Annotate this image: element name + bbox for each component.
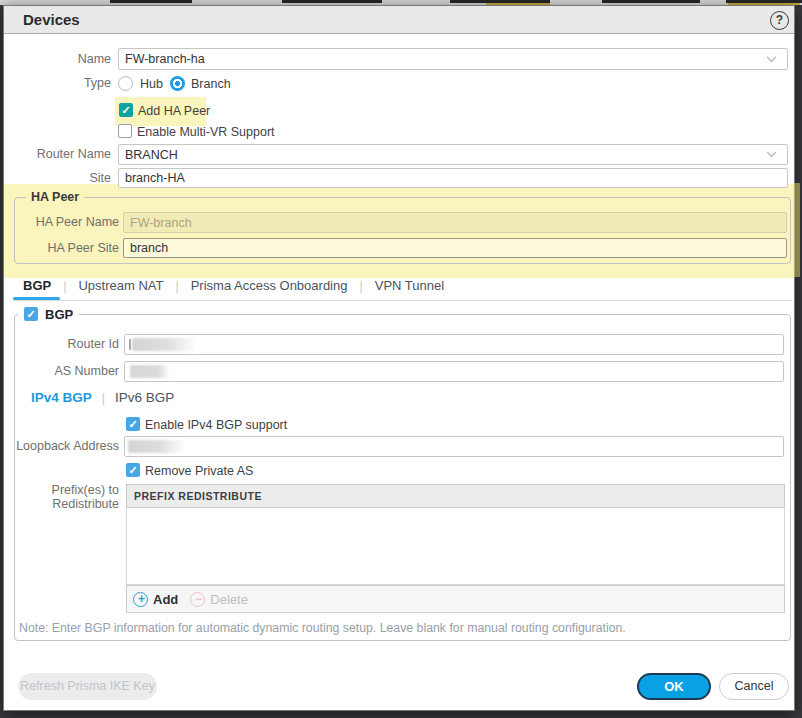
radio-branch[interactable] xyxy=(170,76,185,91)
bgp-legend: BGP xyxy=(18,306,79,322)
multi-vr-label: Enable Multi-VR Support xyxy=(137,125,275,139)
radio-hub[interactable] xyxy=(118,76,133,91)
add-icon: + xyxy=(133,592,148,607)
bgp-note: Note: Enter BGP information for automati… xyxy=(19,621,626,635)
tab-divider: | xyxy=(175,279,178,293)
bgp-legend-label: BGP xyxy=(45,307,73,322)
as-number-redaction xyxy=(130,365,168,378)
ha-peer-name-label: HA Peer Name xyxy=(4,212,119,233)
delete-icon: − xyxy=(190,592,205,607)
name-label: Name xyxy=(4,48,111,70)
dialog-title: Devices xyxy=(23,11,80,28)
loopback-input[interactable] xyxy=(124,436,784,457)
redacted-menu-item xyxy=(602,0,700,3)
add-ha-peer-label: Add HA Peer xyxy=(138,104,210,118)
devices-dialog: Devices ? Name FW-branch-ha Type Hub Bra… xyxy=(3,5,795,711)
help-icon[interactable]: ? xyxy=(770,11,789,30)
tab-prisma-access-onboarding[interactable]: Prisma Access Onboarding xyxy=(191,278,348,293)
router-id-input[interactable] xyxy=(124,334,784,355)
name-value: FW-branch-ha xyxy=(125,52,205,66)
add-ha-peer-checkbox[interactable] xyxy=(119,103,133,117)
router-name-select[interactable]: BRANCH xyxy=(118,144,788,165)
radio-hub-label: Hub xyxy=(140,77,163,91)
loopback-label: Loopback Address xyxy=(4,436,119,457)
ha-peer-legend: HA Peer xyxy=(26,190,84,204)
tab-bar: BGP | Upstream NAT | Prisma Access Onboa… xyxy=(23,278,444,293)
redacted-menu-item xyxy=(450,0,550,3)
ok-button[interactable]: OK xyxy=(637,673,711,700)
enable-ipv4-label: Enable IPv4 BGP support xyxy=(145,418,287,432)
prefix-table-footer: + Add − Delete xyxy=(126,585,785,613)
redacted-menu-item xyxy=(282,0,382,3)
type-label: Type xyxy=(4,75,111,92)
prefix-redistribute-label: Prefix(es) to Redistribute xyxy=(4,484,119,511)
tab-separator-line xyxy=(13,300,791,301)
ha-peer-site-label: HA Peer Site xyxy=(4,238,119,258)
chevron-down-icon xyxy=(766,56,777,63)
highlight-edge-fragment xyxy=(793,183,800,277)
subtab-ipv6-bgp[interactable]: IPv6 BGP xyxy=(115,390,174,405)
router-id-label: Router Id xyxy=(4,334,119,355)
as-number-input[interactable] xyxy=(124,361,784,382)
site-label: Site xyxy=(4,168,111,188)
prefix-table-header: PREFIX REDISTRIBUTE xyxy=(126,484,785,508)
dialog-titlebar: Devices ? xyxy=(4,6,794,34)
ha-peer-name-input xyxy=(123,212,787,233)
cancel-button[interactable]: Cancel xyxy=(719,673,789,700)
loopback-redaction xyxy=(128,440,186,453)
redacted-menu-item xyxy=(726,0,802,3)
as-number-label: AS Number xyxy=(4,361,119,382)
refresh-prisma-ike-key-button[interactable]: Refresh Prisma IKE Key xyxy=(18,673,157,700)
router-name-label: Router Name xyxy=(4,144,111,165)
tab-divider: | xyxy=(359,279,362,293)
bgp-checkbox[interactable] xyxy=(24,307,38,321)
tab-divider: | xyxy=(63,279,66,293)
name-select[interactable]: FW-branch-ha xyxy=(118,48,788,70)
remove-private-as-label: Remove Private AS xyxy=(145,464,253,478)
subtab-ipv4-bgp[interactable]: IPv4 BGP xyxy=(31,390,92,405)
chevron-down-icon xyxy=(766,151,777,158)
enable-ipv4-checkbox[interactable] xyxy=(126,417,140,431)
tab-bgp[interactable]: BGP xyxy=(23,278,51,293)
delete-button[interactable]: − Delete xyxy=(190,592,248,607)
ha-peer-site-input[interactable] xyxy=(123,238,787,258)
site-input[interactable] xyxy=(118,168,788,188)
tab-upstream-nat[interactable]: Upstream NAT xyxy=(78,278,163,293)
subtab-divider: | xyxy=(102,391,105,405)
bgp-subtab-bar: IPv4 BGP | IPv6 BGP xyxy=(31,390,174,405)
remove-private-as-checkbox[interactable] xyxy=(126,463,140,477)
redacted-menu-item xyxy=(110,0,192,3)
router-name-value: BRANCH xyxy=(125,148,178,162)
radio-branch-label: Branch xyxy=(191,77,231,91)
prefix-table-body xyxy=(126,508,785,585)
multi-vr-checkbox[interactable] xyxy=(118,124,132,138)
router-id-redaction-glyph xyxy=(129,339,131,350)
add-button[interactable]: + Add xyxy=(133,592,178,607)
router-id-redaction xyxy=(132,338,197,351)
tab-vpn-tunnel[interactable]: VPN Tunnel xyxy=(375,278,444,293)
